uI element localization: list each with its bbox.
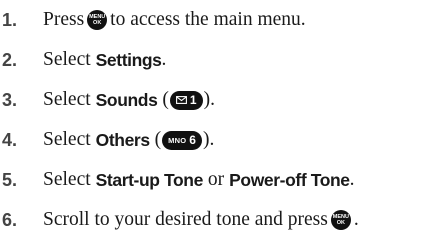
step-number: 3. (2, 89, 18, 110)
step-text: Select Start-up Tone or Power-off Tone . (43, 160, 355, 200)
step-text: Press MENU OK to access the main menu. (43, 0, 306, 40)
step-text-before: Scroll to your desired tone and press (43, 209, 328, 230)
step-text-after: . (161, 49, 167, 70)
open-paren: ( (162, 89, 169, 110)
step-3: 3. Select Sounds ( 1 ). (0, 80, 442, 120)
step-2: 2. Select Settings . (0, 40, 442, 80)
menu-item-startup-tone: Start-up Tone (95, 169, 204, 190)
step-number: 5. (2, 169, 18, 190)
step-text-middle: or (207, 169, 225, 190)
menu-item-settings: Settings (95, 49, 162, 70)
step-text-before: Select (43, 129, 91, 150)
step-6: 6. Scroll to your desired tone and press… (0, 200, 442, 240)
menu-item-sounds: Sounds (95, 89, 158, 110)
key-1-icon: 1 (169, 90, 203, 110)
step-1: 1. Press MENU OK to access the main menu… (0, 0, 442, 40)
key-digit: 1 (189, 93, 197, 107)
key-digit: 6 (189, 133, 196, 147)
key-letters: MNO (168, 135, 187, 145)
key-bottom-label: OK (336, 220, 345, 226)
step-text: Select Others ( MNO 6 ). (43, 120, 214, 160)
menu-ok-key-icon: MENU OK (330, 210, 351, 230)
open-paren: ( (154, 129, 162, 150)
step-text: Scroll to your desired tone and press ME… (43, 200, 359, 240)
step-text-before: Select (43, 89, 91, 110)
key-6-icon: MNO 6 (162, 130, 202, 150)
step-text-before: Select (43, 169, 91, 190)
step-number: 6. (2, 209, 18, 230)
menu-ok-key-icon: MENU OK (87, 10, 108, 30)
step-4: 4. Select Others ( MNO 6 ). (0, 120, 442, 160)
step-5: 5. Select Start-up Tone or Power-off Ton… (0, 160, 442, 200)
step-text-after: to access the main menu. (110, 9, 306, 30)
close-paren: ). (203, 89, 215, 110)
step-number: 1. (2, 9, 18, 30)
step-text-after: . (349, 169, 355, 190)
step-text-after: . (353, 209, 359, 230)
step-text-before: Press (43, 9, 85, 30)
envelope-icon (175, 96, 187, 104)
step-number: 2. (2, 49, 18, 70)
step-number: 4. (2, 129, 18, 150)
step-text: Select Settings . (43, 40, 166, 80)
instruction-steps: 1. Press MENU OK to access the main menu… (0, 0, 442, 242)
step-text: Select Sounds ( 1 ). (43, 80, 215, 120)
menu-item-poweroff-tone: Power-off Tone (229, 169, 350, 190)
key-bottom-label: OK (93, 20, 102, 26)
close-paren: ). (202, 129, 215, 150)
step-text-before: Select (43, 49, 91, 70)
menu-item-others: Others (95, 129, 150, 150)
